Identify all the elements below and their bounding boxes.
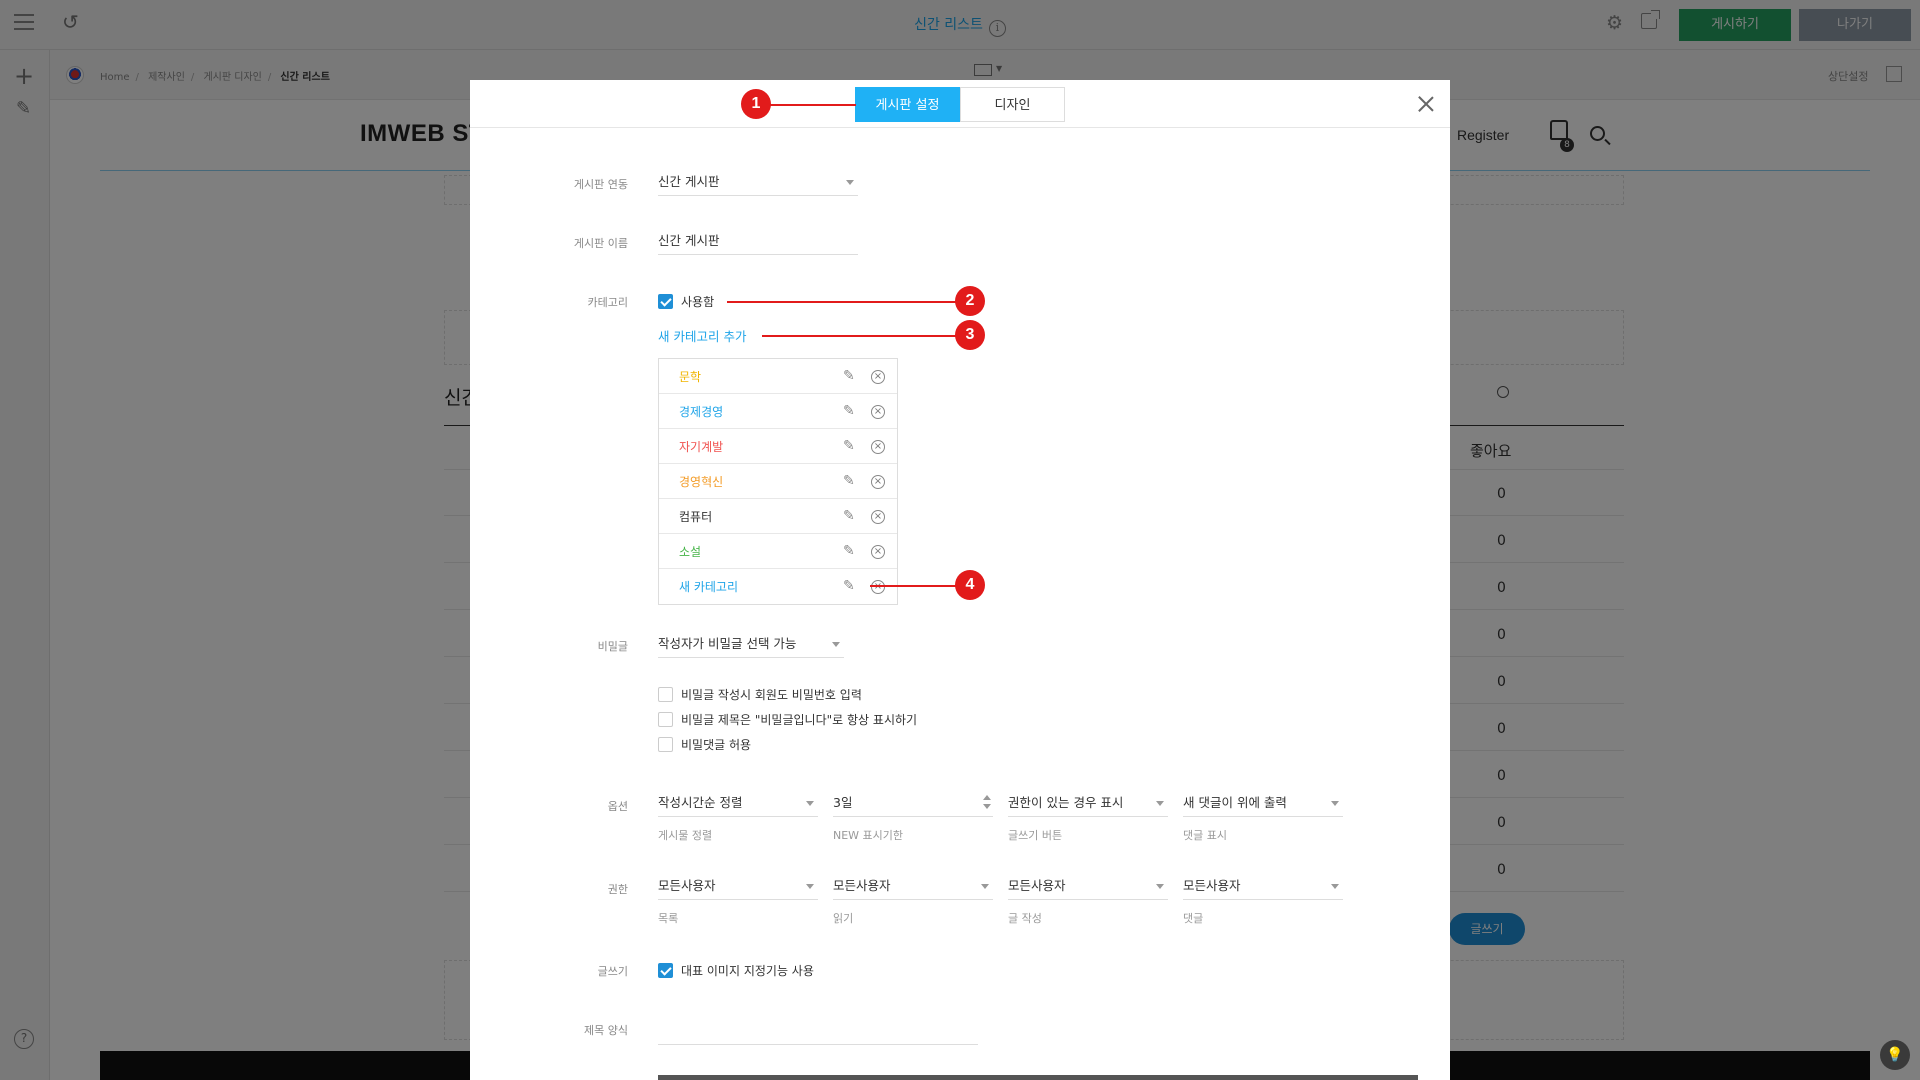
category-use-label: 사용함 (681, 295, 715, 309)
remove-circle-icon[interactable]: × (871, 405, 885, 419)
board-settings-modal: 게시판 설정 디자인 게시판 연동 신간 게시판 게시판 이름 신간 게시판 카… (470, 80, 1450, 1080)
callout-line (762, 335, 970, 337)
permission-comment-select[interactable]: 모든사용자 (1183, 872, 1343, 900)
featured-image-checkbox[interactable] (658, 963, 673, 978)
close-icon[interactable] (1418, 96, 1434, 112)
secret-option-checkbox[interactable] (658, 737, 673, 752)
category-name: 경영혁신 (679, 475, 724, 489)
callout-marker: 3 (955, 320, 985, 350)
category-name: 새 카테고리 (679, 580, 739, 594)
callout-line (727, 301, 970, 303)
pencil-icon[interactable]: ✎ (843, 438, 855, 454)
board-name-input[interactable]: 신간 게시판 (658, 227, 858, 255)
callout-line (756, 104, 856, 106)
writing-label: 글쓰기 (597, 965, 628, 978)
pencil-icon[interactable]: ✎ (843, 473, 855, 489)
permission-comment-value: 모든사용자 (1183, 878, 1241, 893)
board-link-value: 신간 게시판 (658, 174, 720, 189)
remove-circle-icon[interactable]: × (871, 580, 885, 594)
category-name: 문학 (679, 370, 702, 384)
secret-option-label: 비밀글 작성시 회원도 비밀번호 입력 (681, 688, 862, 702)
board-link-label: 게시판 연동 (573, 178, 628, 191)
remove-circle-icon[interactable]: × (871, 545, 885, 559)
secret-option-checkbox[interactable] (658, 712, 673, 727)
category-item[interactable]: 경영혁신 ✎ × (659, 464, 897, 499)
new-period-value: 3일 (833, 795, 853, 810)
category-list: 문학 ✎ × 경제경영 ✎ × 자기계발 ✎ × 경영혁신 ✎ × 컴퓨터 ✎ … (658, 358, 898, 605)
category-name: 경제경영 (679, 405, 724, 419)
category-item[interactable]: 경제경영 ✎ × (659, 394, 897, 429)
permission-list-select[interactable]: 모든사용자 (658, 872, 818, 900)
add-category-link[interactable]: 새 카테고리 추가 (658, 326, 746, 345)
permission-read-select[interactable]: 모든사용자 (833, 872, 993, 900)
category-name: 자기계발 (679, 440, 724, 454)
category-item[interactable]: 자기계발 ✎ × (659, 429, 897, 464)
category-item[interactable]: 문학 ✎ × (659, 359, 897, 394)
sort-caption: 게시물 정렬 (658, 829, 713, 842)
callout-marker: 4 (955, 570, 985, 600)
category-item[interactable]: 새 카테고리 ✎ × (659, 569, 897, 604)
secret-select[interactable]: 작성자가 비밀글 선택 가능 (658, 630, 844, 658)
secret-value: 작성자가 비밀글 선택 가능 (658, 636, 797, 651)
lightbulb-icon[interactable]: 💡 (1880, 1040, 1910, 1070)
write-button-value: 권한이 있는 경우 표시 (1008, 795, 1124, 810)
editor-toolbar (658, 1075, 1418, 1080)
secret-option-label: 비밀댓글 허용 (681, 738, 752, 752)
pencil-icon[interactable]: ✎ (843, 368, 855, 384)
permission-comment-caption: 댓글 (1183, 912, 1204, 925)
board-link-select[interactable]: 신간 게시판 (658, 168, 858, 196)
title-format-input[interactable] (658, 1044, 978, 1045)
board-name-value: 신간 게시판 (658, 233, 720, 248)
comment-display-select[interactable]: 새 댓글이 위에 출력 (1183, 789, 1343, 817)
category-use-checkbox[interactable] (658, 294, 673, 309)
permission-write-select[interactable]: 모든사용자 (1008, 872, 1168, 900)
remove-circle-icon[interactable]: × (871, 475, 885, 489)
new-period-stepper[interactable]: 3일 (833, 789, 993, 817)
sort-select[interactable]: 작성시간순 정렬 (658, 789, 818, 817)
remove-circle-icon[interactable]: × (871, 370, 885, 384)
permission-list-caption: 목록 (658, 912, 679, 925)
category-item[interactable]: 컴퓨터 ✎ × (659, 499, 897, 534)
pencil-icon[interactable]: ✎ (843, 578, 855, 594)
title-format-label: 제목 양식 (584, 1024, 628, 1037)
pencil-icon[interactable]: ✎ (843, 543, 855, 559)
category-label: 카테고리 (587, 296, 628, 309)
modal-header: 게시판 설정 디자인 (470, 80, 1450, 128)
permission-read-value: 모든사용자 (833, 878, 891, 893)
sort-value: 작성시간순 정렬 (658, 795, 743, 810)
comment-display-value: 새 댓글이 위에 출력 (1183, 795, 1287, 810)
write-button-select[interactable]: 권한이 있는 경우 표시 (1008, 789, 1168, 817)
secret-label: 비밀글 (597, 640, 628, 653)
options-label: 옵션 (607, 800, 628, 813)
new-period-caption: NEW 표시기한 (833, 829, 904, 842)
permission-read-caption: 읽기 (833, 912, 854, 925)
secret-option-checkbox[interactable] (658, 687, 673, 702)
permission-label: 권한 (607, 883, 628, 896)
permission-write-caption: 글 작성 (1008, 912, 1042, 925)
remove-circle-icon[interactable]: × (871, 440, 885, 454)
tab-board-settings[interactable]: 게시판 설정 (855, 87, 960, 122)
pencil-icon[interactable]: ✎ (843, 508, 855, 524)
pencil-icon[interactable]: ✎ (843, 403, 855, 419)
category-name: 소설 (679, 545, 702, 559)
remove-circle-icon[interactable]: × (871, 510, 885, 524)
category-item[interactable]: 소설 ✎ × (659, 534, 897, 569)
secret-option-label: 비밀글 제목은 "비밀글입니다"로 항상 표시하기 (681, 713, 918, 727)
write-button-caption: 글쓰기 버튼 (1008, 829, 1063, 842)
callout-marker: 1 (741, 89, 771, 119)
category-name: 컴퓨터 (679, 510, 713, 524)
featured-image-label: 대표 이미지 지정기능 사용 (681, 964, 814, 978)
callout-marker: 2 (955, 286, 985, 316)
permission-write-value: 모든사용자 (1008, 878, 1066, 893)
permission-list-value: 모든사용자 (658, 878, 716, 893)
comment-display-caption: 댓글 표시 (1183, 829, 1227, 842)
board-name-label: 게시판 이름 (573, 237, 628, 250)
tab-design[interactable]: 디자인 (960, 87, 1065, 122)
